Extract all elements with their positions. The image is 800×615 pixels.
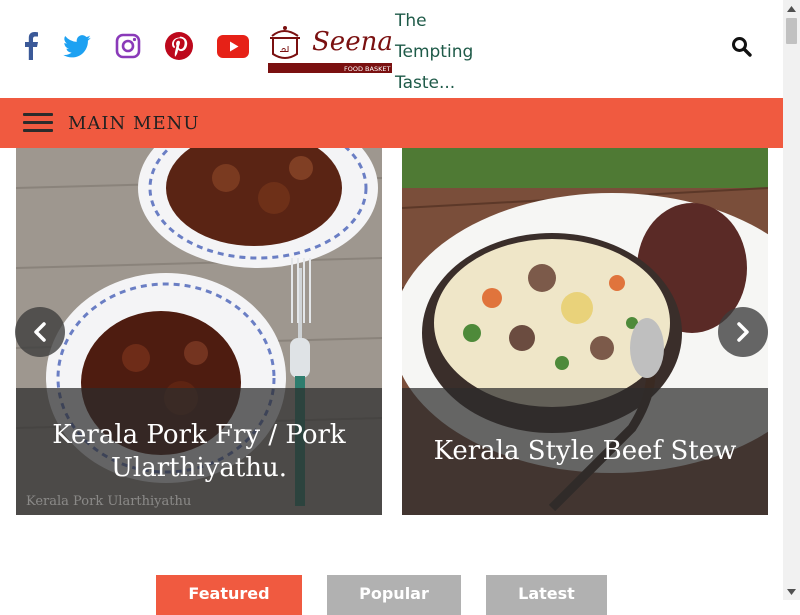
scroll-down-button[interactable]	[783, 583, 800, 600]
caret-down-icon	[787, 588, 796, 595]
slide-caption-text[interactable]: Kerala Style Beef Stew	[416, 435, 755, 468]
slide-pork-fry[interactable]: Kerala Pork Fry / Pork Ularthiyathu. Ker…	[16, 148, 382, 515]
slide-beef-stew[interactable]: Kerala Style Beef Stew	[402, 148, 768, 515]
photo-watermark: Kerala Pork Ularthiyathu	[26, 494, 192, 509]
site-tagline: The Tempting Taste...	[395, 11, 474, 93]
slide-caption[interactable]: Kerala Style Beef Stew	[402, 388, 768, 515]
twitter-icon[interactable]	[62, 28, 92, 64]
site-logo[interactable]: ച Seenas FOOD BASKET	[268, 24, 406, 74]
chevron-right-icon	[737, 322, 749, 342]
logo-subtitle: FOOD BASKET	[344, 65, 390, 73]
vertical-scrollbar[interactable]	[783, 0, 800, 600]
caret-up-icon	[787, 5, 796, 12]
logo-wordmark: Seenas	[312, 27, 392, 57]
slider-prev-button[interactable]	[15, 307, 65, 357]
main-menu-label[interactable]: MAIN MENU	[68, 113, 200, 134]
scroll-up-button[interactable]	[783, 0, 800, 17]
instagram-icon[interactable]	[114, 28, 142, 64]
chevron-left-icon	[34, 322, 46, 342]
facebook-icon[interactable]	[20, 28, 42, 64]
svg-text:ച: ച	[279, 42, 289, 55]
slide-caption-text[interactable]: Kerala Pork Fry / Pork Ularthiyathu.	[16, 419, 382, 485]
tab-popular[interactable]: Popular	[327, 575, 461, 615]
site-header: ച Seenas FOOD BASKET The Tempting Taste.…	[0, 0, 783, 98]
youtube-icon[interactable]	[216, 28, 250, 64]
tab-featured[interactable]: Featured	[156, 575, 302, 615]
pinterest-icon[interactable]	[164, 28, 194, 64]
main-menu-bar[interactable]: MAIN MENU	[0, 98, 783, 148]
slider-next-button[interactable]	[718, 307, 768, 357]
scrollbar-thumb[interactable]	[786, 18, 797, 44]
search-icon[interactable]	[731, 36, 753, 58]
hamburger-menu-icon[interactable]	[23, 113, 53, 133]
tab-latest[interactable]: Latest	[486, 575, 607, 615]
